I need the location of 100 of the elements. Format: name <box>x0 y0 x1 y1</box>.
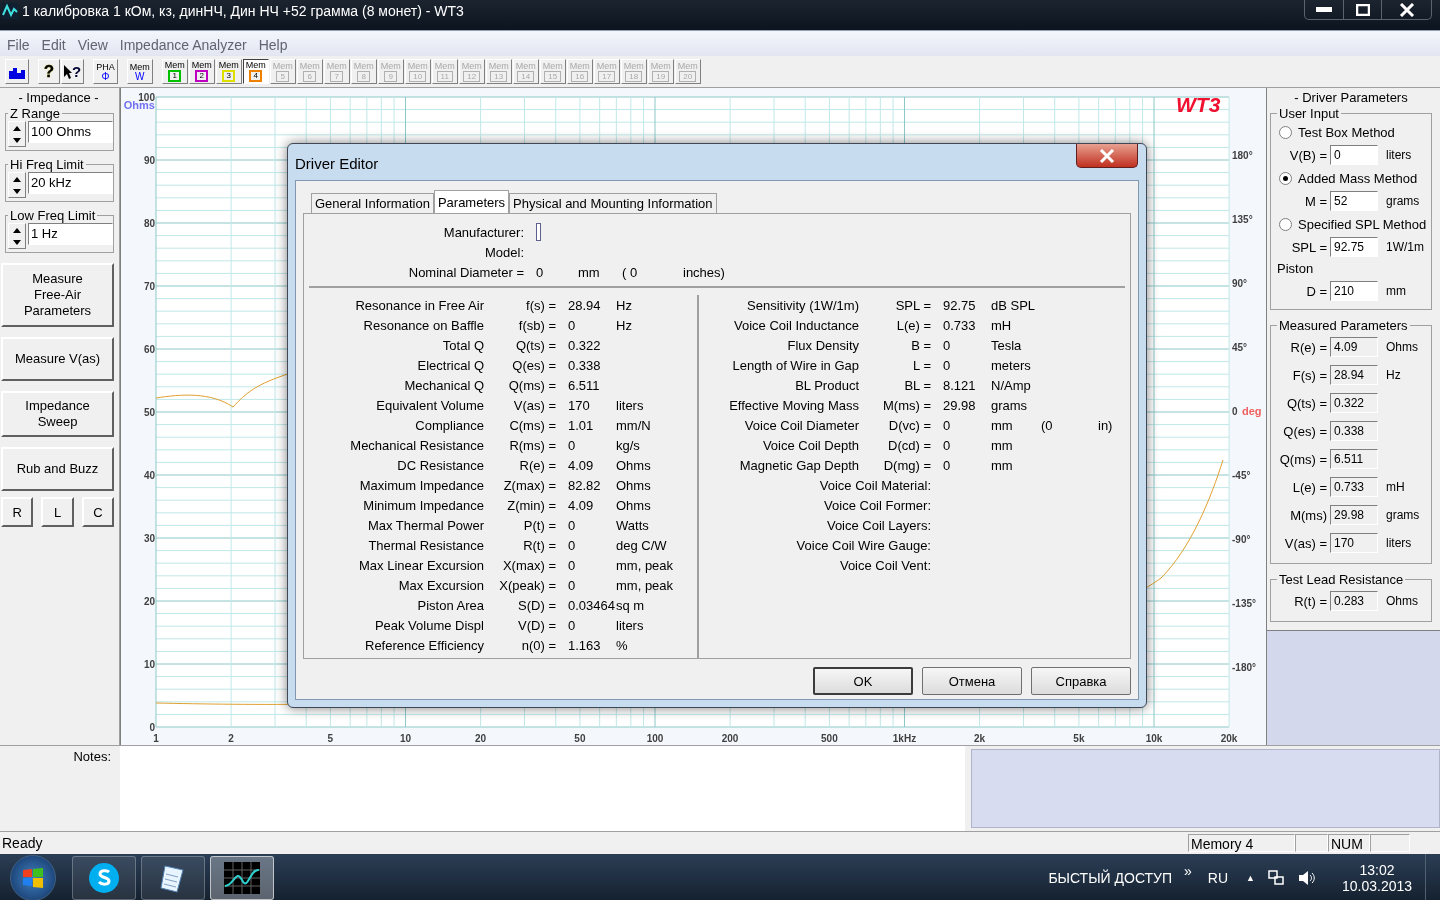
parameter-label: Max Linear Excursion <box>358 557 484 573</box>
action-button[interactable]: Measure V(as) <box>1 337 114 381</box>
input-field[interactable] <box>536 223 541 241</box>
component-button[interactable]: R <box>1 497 34 527</box>
action-button[interactable]: Impedance Sweep <box>1 391 114 437</box>
up-arrow-icon <box>11 124 23 132</box>
status-panel <box>1370 834 1410 852</box>
help-button[interactable]: ? <box>38 59 60 84</box>
chart-button[interactable] <box>5 59 29 84</box>
parameter-value: 8.121 <box>943 377 977 393</box>
dialog-button[interactable]: OK <box>813 667 913 695</box>
readonly-field: 0.322 <box>1330 393 1378 413</box>
pointer-help-button[interactable]: ? <box>61 59 85 84</box>
input-field[interactable]: 1 Hz <box>28 223 113 245</box>
input-field[interactable]: 210 <box>1330 281 1378 301</box>
unit-label: Watts <box>616 517 650 533</box>
parameter-value: 0.733 <box>943 317 977 333</box>
spin-button[interactable] <box>8 223 26 249</box>
down-arrow-icon <box>11 136 23 144</box>
chevron[interactable]: » <box>1184 863 1192 879</box>
spin-button[interactable] <box>8 121 26 147</box>
group-title: Test Lead Resistance <box>1278 572 1405 587</box>
unit-label: kg/s <box>616 437 641 453</box>
field-label: Q(ms) = <box>1278 451 1328 467</box>
component-button[interactable]: L <box>41 497 74 527</box>
unit-label: liters <box>616 617 645 633</box>
memory-button[interactable]: Mem 1 <box>161 59 188 84</box>
start-button[interactable] <box>10 855 56 900</box>
taskbar-app-button[interactable] <box>210 856 274 900</box>
parameter-symbol: D(mg) = <box>882 457 931 473</box>
status-panel: NUM <box>1328 834 1370 852</box>
menu-item[interactable]: Edit <box>35 36 72 53</box>
phase-button[interactable]: PHA Φ <box>93 59 118 84</box>
unit-label: mm <box>991 457 1014 473</box>
parameter-value: 0 <box>568 617 577 633</box>
input-field[interactable]: 100 Ohms <box>28 121 113 143</box>
close-button[interactable] <box>1076 144 1138 168</box>
memory-button[interactable]: Mem 2 <box>188 59 215 84</box>
parameter-label: DC Resistance <box>396 457 484 473</box>
parameter-symbol: V(as) = <box>512 397 556 413</box>
action-button[interactable]: Rub and Buzz <box>1 447 114 491</box>
radio-label: Added Mass Method <box>1298 170 1418 186</box>
axis-label: -90° <box>1232 534 1251 545</box>
parameter-label: Thermal Resistance <box>367 537 484 553</box>
memory-button[interactable]: Mem 4 <box>242 59 269 84</box>
component-button[interactable]: C <box>81 497 114 527</box>
tray-expand[interactable]: ▲ <box>1246 873 1255 883</box>
input-field[interactable]: 20 kHz <box>28 172 113 194</box>
menu-item[interactable]: Impedance Analyzer <box>113 36 253 53</box>
unit-label: Hz <box>616 297 633 313</box>
parameter-symbol: Q(ts) = <box>514 337 556 353</box>
readonly-field: 0.283 <box>1330 591 1378 611</box>
language-indicator[interactable]: RU <box>1207 870 1229 886</box>
readonly-field: 0.733 <box>1330 477 1378 497</box>
unit-label: deg C/W <box>616 537 667 553</box>
axis-label: 135° <box>1232 214 1253 225</box>
unit-label: sq m <box>616 597 646 613</box>
axis-label: 5k <box>1073 733 1085 744</box>
parameter-value: 82.82 <box>568 477 602 493</box>
input-field[interactable]: 92.75 <box>1330 237 1378 257</box>
memory-button[interactable]: Mem 3 <box>215 59 242 84</box>
readonly-field: 0.338 <box>1330 421 1378 441</box>
unit-label: 1W/1m <box>1386 240 1424 254</box>
value-text: ( 0 <box>622 264 639 280</box>
radio-button[interactable] <box>1279 125 1292 139</box>
spin-button[interactable] <box>8 172 26 198</box>
radio-button[interactable] <box>1279 171 1292 185</box>
menu-item[interactable]: Help <box>252 36 294 53</box>
tab[interactable]: Physical and Mounting Information <box>509 193 717 213</box>
menu-item[interactable]: File <box>0 36 36 53</box>
axis-label: 90° <box>1232 278 1248 289</box>
parameter-symbol: L = <box>912 357 931 373</box>
parameter-value: 0 <box>943 337 952 353</box>
parameter-symbol: f(sb) = <box>517 317 556 333</box>
axis-label: 5 <box>327 733 334 744</box>
memory-slot-label: 3 <box>222 70 235 82</box>
input-field[interactable]: 52 <box>1330 191 1378 211</box>
parameter-symbol: M(ms) = <box>881 397 931 413</box>
field-label: Q(ts) = <box>1285 395 1328 411</box>
dialog-button[interactable]: Справка <box>1031 667 1131 695</box>
menu-item[interactable]: View <box>71 36 114 53</box>
tab[interactable]: Parameters <box>433 190 510 213</box>
dialog-button[interactable]: Отмена <box>922 667 1022 695</box>
memory-w-button[interactable]: Mem W <box>126 59 153 84</box>
action-button[interactable]: Measure Free-Air Parameters <box>1 263 114 327</box>
tab[interactable]: General Information <box>311 193 434 213</box>
network-icon[interactable] <box>1267 869 1285 887</box>
radio-button[interactable] <box>1279 217 1292 231</box>
input-field[interactable]: 0 <box>1330 145 1378 165</box>
speaker-icon[interactable] <box>1297 869 1317 887</box>
parameter-label: Max Excursion <box>397 577 484 593</box>
clock-date[interactable]: 10.03.2013 <box>1341 878 1413 894</box>
taskbar-app-button[interactable] <box>72 856 136 900</box>
unit-label: mm, peak <box>616 577 674 593</box>
radio-label: Test Box Method <box>1298 124 1395 140</box>
notes-field[interactable] <box>120 746 965 831</box>
clock-time[interactable]: 13:02 <box>1359 862 1395 878</box>
parameter-value: 170 <box>568 397 591 413</box>
axis-label: 10 <box>399 733 412 744</box>
taskbar-app-button[interactable] <box>141 856 205 900</box>
